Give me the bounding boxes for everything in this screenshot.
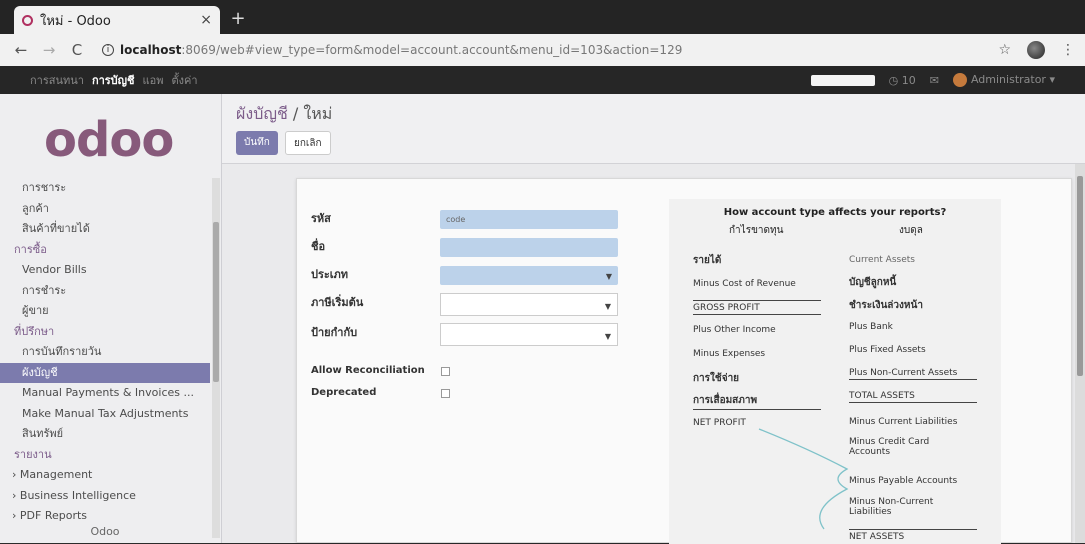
sidebar-item[interactable]: Vendor Bills: [0, 260, 210, 281]
message-count: 10: [901, 73, 916, 87]
main-content: ผังบัญชี / ใหม่ บันทึก ยกเลิก รหัส code …: [222, 94, 1085, 544]
sidebar-item-label: Management: [19, 468, 93, 481]
star-icon[interactable]: ☆: [998, 42, 1011, 58]
sidebar-item[interactable]: การชาระ: [0, 178, 210, 199]
info-icon[interactable]: i: [102, 44, 114, 56]
sidebar: odoo การชาระ ลูกค้า สินค้าที่ขายได้ การซ…: [0, 94, 222, 543]
sidebar-item-collapsible[interactable]: › Business Intelligence: [0, 486, 210, 507]
breadcrumb-current: ใหม่: [303, 104, 333, 123]
sidebar-item-label: Business Intelligence: [19, 488, 136, 502]
sidebar-heading: ที่ปรึกษา: [14, 324, 55, 338]
type-label: ประเภท: [311, 268, 349, 281]
odoo-main-menu: การสนทนา การบัญชี แอพ ตั้งค่า ◷ 10 ✉ Adm…: [0, 66, 1085, 94]
url-path: :8069/web#view_type=form&model=account.a…: [181, 43, 683, 57]
browser-tab-strip: ใหม่ - Odoo × +: [0, 0, 1085, 34]
user-name: Administrator: [970, 73, 1046, 86]
sidebar-item-label: PDF Reports: [19, 509, 88, 522]
deprecated-label: Deprecated: [311, 387, 377, 398]
breadcrumb-parent[interactable]: ผังบัญชี: [236, 104, 288, 123]
new-tab-button[interactable]: +: [226, 8, 250, 30]
control-panel: ผังบัญชี / ใหม่ บันทึก ยกเลิก: [222, 94, 1085, 164]
sidebar-item-chart-of-accounts[interactable]: ผังบัญชี: [0, 362, 210, 383]
form-sheet: รหัส code ชื่อ ประเภท ▼ ภาษีเริ่มต้น ▼ ป…: [296, 178, 1072, 544]
odoo-favicon-icon: [22, 14, 33, 26]
tags-label: ป้ายกำกับ: [311, 326, 358, 339]
account-type-help: How account type affects your reports? ก…: [669, 199, 1001, 544]
browser-tab[interactable]: ใหม่ - Odoo ×: [14, 6, 220, 34]
tab-title: ใหม่ - Odoo: [40, 13, 111, 29]
sidebar-item-collapsible[interactable]: › Management: [0, 465, 210, 486]
odoo-logo[interactable]: odoo: [44, 112, 174, 168]
tags-select[interactable]: ▼: [440, 323, 618, 346]
sidebar-item-collapsible[interactable]: › PDF Reports: [0, 506, 210, 527]
discard-button[interactable]: ยกเลิก: [285, 131, 331, 155]
menu-icon[interactable]: ⋮: [1061, 42, 1075, 58]
breadcrumb-separator: /: [287, 104, 304, 123]
menu-settings[interactable]: ตั้งค่า: [171, 71, 197, 89]
sidebar-item[interactable]: Manual Payments & Invoices ...: [0, 383, 210, 404]
code-input[interactable]: code: [440, 210, 618, 229]
activity-indicator[interactable]: ◷ 10: [889, 74, 916, 87]
extension-icon[interactable]: [1027, 41, 1045, 59]
close-tab-icon[interactable]: ×: [200, 12, 212, 28]
type-select[interactable]: ▼: [440, 266, 618, 285]
url-field[interactable]: i localhost :8069/web#view_type=form&mod…: [102, 43, 998, 57]
chevron-down-icon: ▼: [605, 272, 612, 281]
code-label: รหัส: [311, 212, 331, 225]
sidebar-footer[interactable]: Odoo: [0, 525, 210, 543]
tax-select[interactable]: ▼: [440, 293, 618, 316]
sidebar-heading: การซื้อ: [14, 242, 47, 256]
name-input[interactable]: [440, 238, 618, 257]
breadcrumb: ผังบัญชี / ใหม่: [236, 102, 332, 127]
back-icon[interactable]: ←: [10, 41, 32, 59]
tax-label: ภาษีเริ่มต้น: [311, 296, 364, 309]
address-bar: ← → C i localhost :8069/web#view_type=fo…: [0, 34, 1085, 66]
reconcile-checkbox[interactable]: [441, 367, 450, 376]
avatar: [952, 73, 967, 87]
url-host: localhost: [120, 43, 182, 57]
forward-icon[interactable]: →: [38, 41, 60, 59]
sidebar-item[interactable]: สินค้าที่ขายได้: [0, 219, 210, 240]
sidebar-heading: รายงาน: [14, 447, 52, 461]
save-button[interactable]: บันทึก: [236, 131, 278, 155]
scrollbar-thumb[interactable]: [213, 222, 219, 382]
reconcile-label: Allow Reconciliation: [311, 365, 425, 376]
sidebar-item[interactable]: Make Manual Tax Adjustments: [0, 404, 210, 425]
reload-icon[interactable]: C: [66, 41, 88, 59]
search-pill[interactable]: [810, 74, 875, 86]
chevron-down-icon: ▼: [604, 302, 611, 311]
scrollbar-thumb[interactable]: [1077, 176, 1083, 376]
sidebar-scrollbar[interactable]: [212, 178, 220, 538]
menu-discuss[interactable]: การสนทนา: [30, 71, 84, 89]
name-label: ชื่อ: [311, 240, 326, 253]
user-menu[interactable]: Administrator ▾: [952, 73, 1055, 87]
sidebar-item[interactable]: การชำระ: [0, 281, 210, 302]
chevron-down-icon: ▼: [604, 332, 611, 341]
main-scrollbar[interactable]: [1075, 164, 1085, 543]
chat-icon[interactable]: ✉: [930, 74, 939, 87]
sidebar-item[interactable]: ผู้ขาย: [0, 301, 210, 322]
flow-connector-lines: [758, 428, 849, 530]
sidebar-menu: การชาระ ลูกค้า สินค้าที่ขายได้ การซื้อ V…: [0, 178, 210, 527]
menu-accounting[interactable]: การบัญชี: [92, 71, 135, 89]
sidebar-item[interactable]: การบันทึกรายวัน: [0, 342, 210, 363]
sidebar-item[interactable]: สินทรัพย์: [0, 424, 210, 445]
flow-connector-path: [758, 428, 849, 530]
deprecated-checkbox[interactable]: [441, 389, 450, 398]
sidebar-item[interactable]: ลูกค้า: [0, 199, 210, 220]
menu-apps[interactable]: แอพ: [143, 71, 164, 89]
